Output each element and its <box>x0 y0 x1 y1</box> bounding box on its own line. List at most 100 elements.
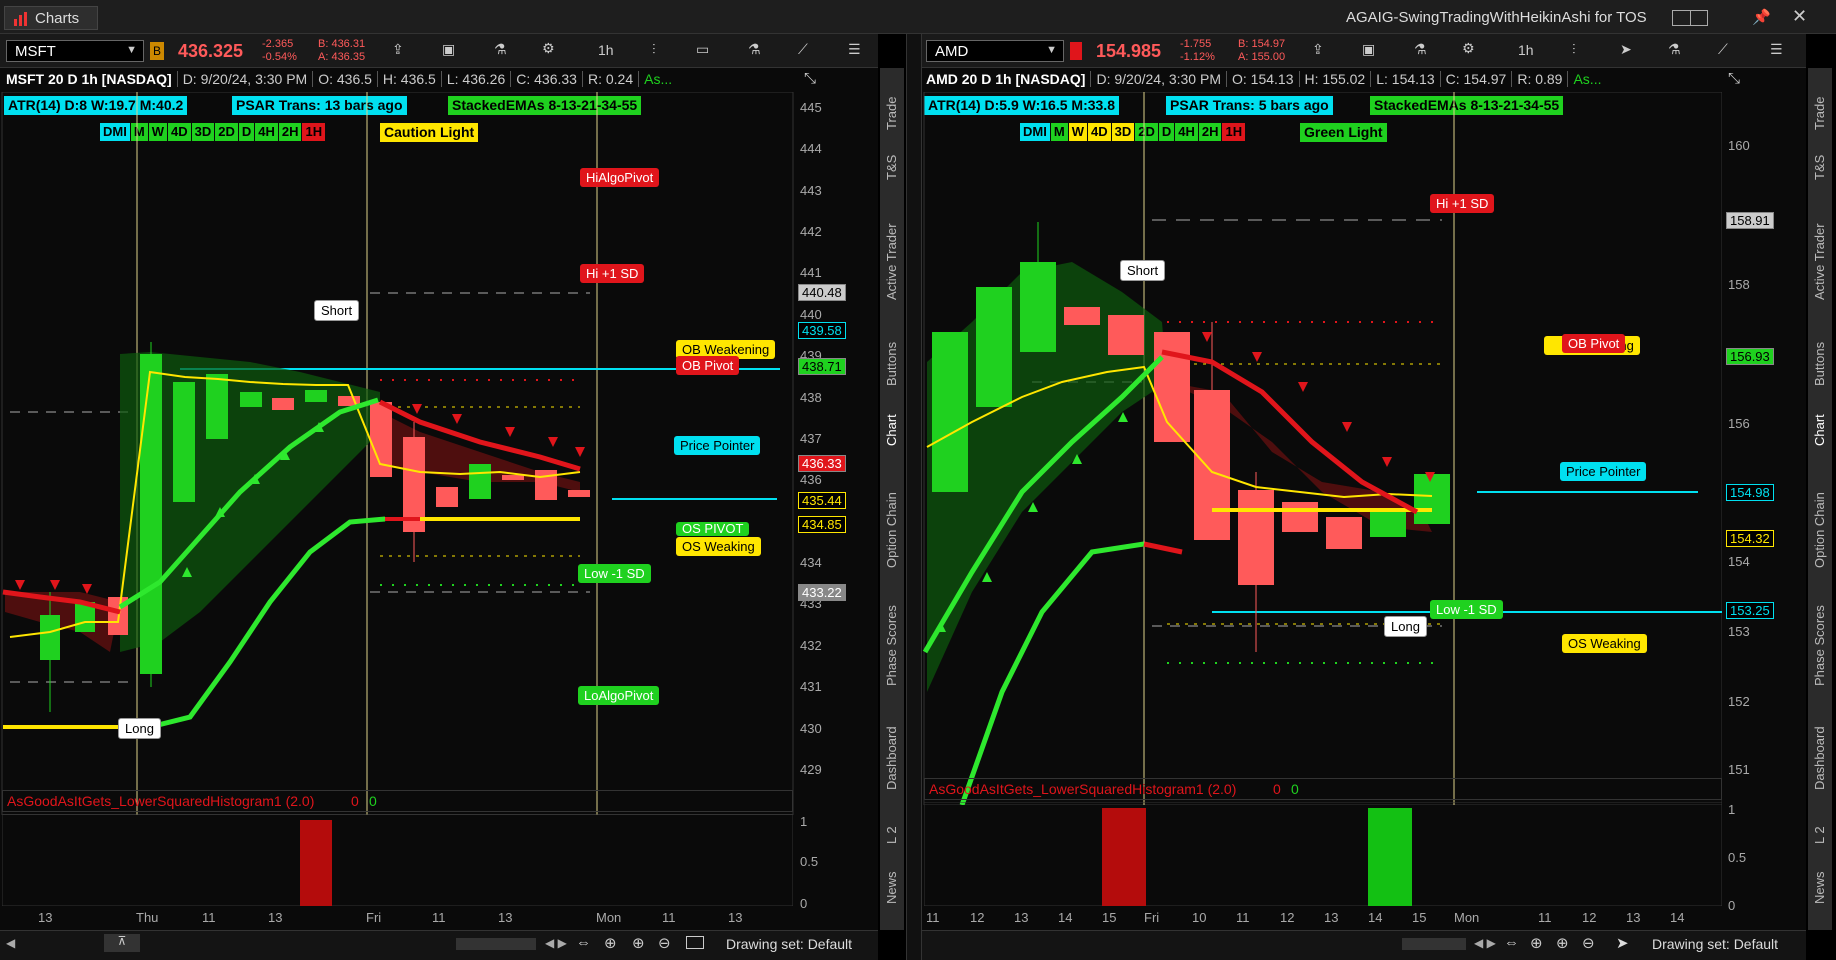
side-tab-ts[interactable]: T&S <box>884 155 899 180</box>
side-tab-trade[interactable]: Trade <box>884 97 899 130</box>
time-tick: Fri <box>366 910 382 925</box>
right-symbol-select[interactable]: AMD ▼ <box>926 40 1064 62</box>
time-tick: 11 <box>432 910 446 925</box>
right-header-close: C: 154.97 <box>1440 71 1513 87</box>
side-tab-l2[interactable]: L 2 <box>1812 826 1827 844</box>
flask-icon[interactable]: ⚗ <box>1414 41 1427 58</box>
axis-tick: 152 <box>1728 694 1750 709</box>
studies-icon[interactable]: ▣ <box>442 41 455 58</box>
right-price-chart[interactable] <box>922 92 1722 805</box>
drawing-icon[interactable]: ⟋ <box>798 41 808 58</box>
zoom-in-icon[interactable]: ⊕ <box>632 934 645 952</box>
share-icon[interactable]: ⇪ <box>392 41 404 58</box>
flask-2-icon[interactable]: ⚗ <box>748 41 761 58</box>
zoom-out-icon[interactable]: ⊖ <box>1582 934 1595 952</box>
candle-style-icon[interactable]: ⫶ <box>1572 41 1576 58</box>
zoom-in-icon[interactable]: ⊕ <box>1556 934 1569 952</box>
pan-icon[interactable]: ⇔ <box>576 934 591 951</box>
menu-icon[interactable]: ☰ <box>1770 41 1783 58</box>
window-title: AGAIG-SwingTradingWithHeikinAshi for TOS <box>1346 9 1647 26</box>
side-tab-chart[interactable]: Chart <box>884 414 899 446</box>
scroll-right-icon[interactable]: ◀ ▶ <box>545 936 567 950</box>
studies-icon[interactable]: ▣ <box>1362 41 1375 58</box>
layout-icon[interactable] <box>1672 10 1708 26</box>
axis-tick: 160 <box>1728 138 1750 153</box>
right-drawing-set[interactable]: Drawing set: Default <box>1652 936 1778 952</box>
side-tab-buttons[interactable]: Buttons <box>884 342 899 386</box>
cursor-icon[interactable]: ➤ <box>1620 41 1632 58</box>
side-tab-phase-scores[interactable]: Phase Scores <box>884 605 899 686</box>
menu-icon[interactable]: ☰ <box>848 41 861 58</box>
side-tab-phase-scores[interactable]: Phase Scores <box>1812 605 1827 686</box>
pan-icon[interactable]: ⇔ <box>1504 934 1519 951</box>
time-tick: 13 <box>38 910 53 925</box>
time-tick: 12 <box>1280 910 1295 925</box>
candle-style-icon[interactable]: ⫶ <box>652 41 656 58</box>
side-tab-dashboard[interactable]: Dashboard <box>1812 726 1827 790</box>
left-price-tag: 440.48 <box>798 284 846 301</box>
right-ask: A: 155.00 <box>1238 51 1286 63</box>
side-tab-active-trader[interactable]: Active Trader <box>884 223 899 300</box>
side-tab-option-chain[interactable]: Option Chain <box>884 492 899 568</box>
axis-tick: 436 <box>800 472 822 487</box>
side-tab-chart[interactable]: Chart <box>1812 414 1827 446</box>
right-price-tag: 154.32 <box>1726 530 1774 547</box>
collapse-icon[interactable]: ⤡ <box>1728 70 1740 87</box>
side-tab-active-trader[interactable]: Active Trader <box>1812 223 1827 300</box>
flask-icon[interactable]: ⚗ <box>494 41 507 58</box>
left-header-range: R: 0.24 <box>582 71 640 87</box>
axis-tick: 443 <box>800 183 822 198</box>
left-drawing-set[interactable]: Drawing set: Default <box>726 936 852 952</box>
left-price-tag: 436.33 <box>798 455 846 472</box>
axis-tick: 151 <box>1728 762 1750 777</box>
flask-2-icon[interactable]: ⚗ <box>1668 41 1681 58</box>
gear-icon[interactable]: ⚙ <box>1462 40 1475 57</box>
charts-tab-label: Charts <box>35 10 80 27</box>
side-tab-trade[interactable]: Trade <box>1812 97 1827 130</box>
right-side-tabs: Trade T&S Active Trader Buttons Chart Op… <box>1808 68 1832 930</box>
zoom-out-icon[interactable]: ⊖ <box>658 934 671 952</box>
crosshair-icon[interactable]: ⊕ <box>604 934 617 952</box>
crosshair-icon[interactable]: ⊕ <box>1530 934 1543 952</box>
gear-icon[interactable]: ⚙ <box>542 40 555 57</box>
side-tab-news[interactable]: News <box>1812 871 1827 904</box>
side-tab-dashboard[interactable]: Dashboard <box>884 726 899 790</box>
side-tab-option-chain[interactable]: Option Chain <box>1812 492 1827 568</box>
side-tab-ts[interactable]: T&S <box>1812 155 1827 180</box>
right-timeframe[interactable]: 1h <box>1518 42 1534 58</box>
left-lo-algo-label: LoAlgoPivot <box>578 686 660 705</box>
axis-tick: 442 <box>800 224 822 239</box>
panel-divider[interactable] <box>906 34 922 960</box>
left-symbol-select[interactable]: MSFT ▼ <box>6 40 144 62</box>
left-price-tag: 435.44 <box>798 492 846 509</box>
drawing-icon[interactable]: ⟋ <box>1718 41 1728 58</box>
box-icon[interactable] <box>686 936 704 949</box>
expand-icon[interactable]: ⊼ <box>104 934 140 952</box>
share-icon[interactable]: ⇪ <box>1312 41 1324 58</box>
left-os-pivot-label: OS PIVOT <box>676 522 750 536</box>
time-tick: 14 <box>1058 910 1073 925</box>
left-long-label: Long <box>118 718 161 739</box>
horizontal-scrollbar[interactable] <box>456 938 536 950</box>
rectangle-icon[interactable]: ▭ <box>696 41 709 58</box>
left-low-sd-label: Low -1 SD <box>578 564 651 583</box>
scroll-right-icon[interactable]: ◀ ▶ <box>1474 936 1496 950</box>
left-price-tag: 439.58 <box>798 322 846 339</box>
axis-tick: 438 <box>800 390 822 405</box>
charts-tab[interactable]: Charts <box>4 6 98 30</box>
time-tick: 14 <box>1670 910 1685 925</box>
bar-chart-icon <box>13 12 29 26</box>
side-tab-buttons[interactable]: Buttons <box>1812 342 1827 386</box>
left-timeframe[interactable]: 1h <box>598 42 614 58</box>
horizontal-scrollbar[interactable] <box>1402 938 1466 950</box>
close-icon[interactable]: ✕ <box>1792 6 1807 27</box>
pin-icon[interactable]: 📌 <box>1752 8 1771 26</box>
right-histogram <box>924 802 1722 906</box>
collapse-icon[interactable]: ⤡ <box>804 70 816 87</box>
time-tick: 15 <box>1102 910 1117 925</box>
side-tab-news[interactable]: News <box>884 871 899 904</box>
left-hi-sd-label: Hi +1 SD <box>580 264 645 283</box>
scroll-left-icon[interactable]: ◀ <box>6 936 15 950</box>
side-tab-l2[interactable]: L 2 <box>884 826 899 844</box>
cursor-icon[interactable]: ➤ <box>1616 934 1629 952</box>
